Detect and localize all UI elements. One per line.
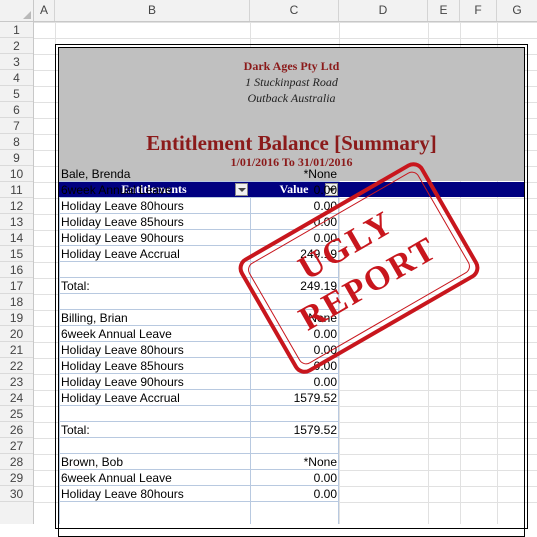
entitlement-cell[interactable]: Holiday Leave 85hours xyxy=(61,214,184,230)
value-cell[interactable]: 1579.52 xyxy=(250,390,337,406)
row-header-17[interactable]: 17 xyxy=(0,278,33,294)
row-header-21[interactable]: 21 xyxy=(0,342,33,358)
row-header-10[interactable]: 10 xyxy=(0,166,33,182)
row-header-column: 1 2 3 4 5 6 7 8 9 10 11 12 13 14 15 16 17 18 19 20 21 22 23 24 2… xyxy=(0,22,34,524)
entitlements-filter-dropdown[interactable] xyxy=(235,183,248,196)
row-header-9[interactable]: 9 xyxy=(0,150,33,166)
column-header-b[interactable]: B xyxy=(55,0,250,21)
select-all-corner[interactable] xyxy=(0,0,34,21)
select-all-triangle-icon xyxy=(23,11,31,19)
row-header-12[interactable]: 12 xyxy=(0,198,33,214)
row-header-24[interactable]: 24 xyxy=(0,390,33,406)
row-header-1[interactable]: 1 xyxy=(0,22,33,38)
entitlement-cell[interactable]: 6week Annual Leave xyxy=(61,326,172,342)
value-cell[interactable] xyxy=(250,438,337,454)
row-header-4[interactable]: 4 xyxy=(0,70,33,86)
row-header-22[interactable]: 22 xyxy=(0,358,33,374)
entitlement-cell[interactable]: 6week Annual Leave xyxy=(61,470,172,486)
value-cell[interactable]: 0.00 xyxy=(250,374,337,390)
row-header-8[interactable]: 8 xyxy=(0,134,33,150)
value-cell[interactable]: *None xyxy=(250,166,337,182)
entitlement-cell[interactable]: Holiday Leave 80hours xyxy=(61,342,184,358)
entitlement-cell[interactable]: Brown, Bob xyxy=(61,454,123,470)
company-name: Dark Ages Pty Ltd xyxy=(243,59,340,73)
entitlement-cell[interactable]: Holiday Leave 85hours xyxy=(61,358,184,374)
row-header-6[interactable]: 6 xyxy=(0,102,33,118)
column-header-f[interactable]: F xyxy=(460,0,497,21)
row-header-5[interactable]: 5 xyxy=(0,86,33,102)
entitlement-cell[interactable]: Holiday Leave 90hours xyxy=(61,374,184,390)
row-header-13[interactable]: 13 xyxy=(0,214,33,230)
row-header-26[interactable]: 26 xyxy=(0,422,33,438)
address-line-1: 1 Stuckinpast Road xyxy=(245,75,338,89)
row-header-15[interactable]: 15 xyxy=(0,246,33,262)
row-header-23[interactable]: 23 xyxy=(0,374,33,390)
row-header-25[interactable]: 25 xyxy=(0,406,33,422)
chevron-down-icon xyxy=(238,188,246,192)
row-header-2[interactable]: 2 xyxy=(0,38,33,54)
address-line-2: Outback Australia xyxy=(247,91,336,105)
entitlement-cell[interactable]: Holiday Leave 80hours xyxy=(61,198,184,214)
entitlement-cell[interactable]: Total: xyxy=(61,278,90,294)
row-header-30[interactable]: 30 xyxy=(0,486,33,502)
entitlement-cell[interactable]: Bale, Brenda xyxy=(61,166,130,182)
grid-line-horizontal xyxy=(34,38,537,39)
value-cell[interactable]: 0.00 xyxy=(250,182,337,198)
row-header-7[interactable]: 7 xyxy=(0,118,33,134)
row-header-20[interactable]: 20 xyxy=(0,326,33,342)
entitlement-cell[interactable]: Holiday Leave 90hours xyxy=(61,230,184,246)
row-header-18[interactable]: 18 xyxy=(0,294,33,310)
row-header-29[interactable]: 29 xyxy=(0,470,33,486)
row-header-27[interactable]: 27 xyxy=(0,438,33,454)
column-header-c[interactable]: C xyxy=(250,0,339,21)
value-cell[interactable] xyxy=(250,406,337,422)
entitlement-cell[interactable]: 6week Annual Leave xyxy=(61,182,172,198)
row-header-14[interactable]: 14 xyxy=(0,230,33,246)
entitlement-cell[interactable]: Total: xyxy=(61,422,90,438)
entitlement-cell[interactable]: Holiday Leave Accrual xyxy=(61,246,180,262)
entitlement-cell[interactable]: Billing, Brian xyxy=(61,310,128,326)
row-header-16[interactable]: 16 xyxy=(0,262,33,278)
value-cell[interactable]: 0.00 xyxy=(250,470,337,486)
value-cell[interactable]: *None xyxy=(250,454,337,470)
column-header-d[interactable]: D xyxy=(339,0,428,21)
report-title: Entitlement Balance [Summary] xyxy=(146,131,437,155)
column-header-row: A B C D E F G xyxy=(0,0,537,22)
row-header-3[interactable]: 3 xyxy=(0,54,33,70)
table-border-left xyxy=(59,197,60,524)
column-header-a[interactable]: A xyxy=(34,0,55,21)
column-header-e[interactable]: E xyxy=(428,0,460,21)
row-header-11[interactable]: 11 xyxy=(0,182,33,198)
entitlement-cell[interactable]: Holiday Leave 80hours xyxy=(61,486,184,502)
value-cell[interactable]: 1579.52 xyxy=(250,422,337,438)
grid-line-horizontal xyxy=(34,22,537,23)
row-header-19[interactable]: 19 xyxy=(0,310,33,326)
column-header-g[interactable]: G xyxy=(497,0,537,21)
entitlement-cell[interactable]: Holiday Leave Accrual xyxy=(61,390,180,406)
row-header-28[interactable]: 28 xyxy=(0,454,33,470)
value-cell[interactable]: 0.00 xyxy=(250,486,337,502)
